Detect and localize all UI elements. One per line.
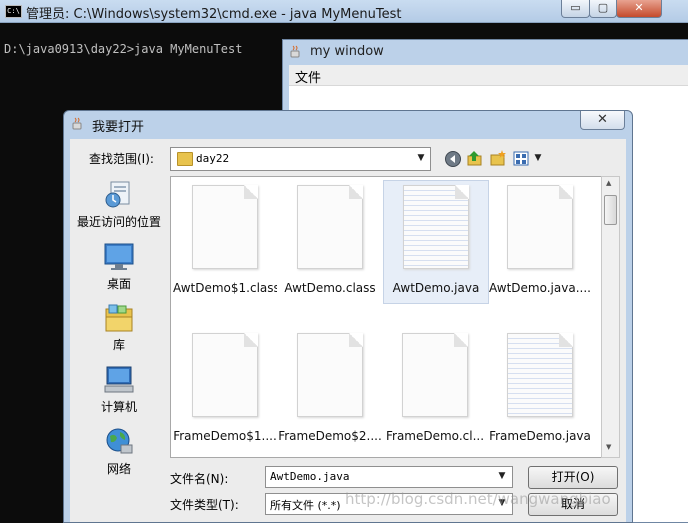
recent-places-icon bbox=[105, 181, 130, 208]
file-name: AwtDemo$1.class bbox=[173, 281, 277, 295]
cmd-icon: C:\ bbox=[5, 5, 22, 18]
up-folder-icon[interactable] bbox=[466, 149, 484, 167]
filetype-label: 文件类型(T): bbox=[170, 498, 239, 512]
look-in-value: day22 bbox=[196, 152, 230, 165]
file-item[interactable]: AwtDemo$1.class bbox=[173, 185, 277, 295]
cmd-prompt-line: D:\java0913\day22>java MyMenuTest bbox=[4, 42, 243, 56]
sidebar-item-computer[interactable]: 计算机 bbox=[72, 365, 166, 415]
file-name: AwtDemo.java bbox=[392, 281, 480, 295]
cmd-minimize-button[interactable]: ▭ bbox=[561, 0, 590, 18]
file-icon bbox=[297, 185, 363, 269]
filetype-value: 所有文件 (*.*) bbox=[270, 499, 341, 512]
file-name: AwtDemo.java.... bbox=[489, 281, 591, 295]
file-item[interactable]: FrameDemo$2.... bbox=[278, 333, 382, 443]
dialog-title: 我要打开 bbox=[92, 120, 145, 135]
look-in-combo[interactable]: day22 ▼ bbox=[170, 147, 431, 171]
java-cup-icon bbox=[72, 117, 82, 130]
desktop-icon bbox=[104, 243, 134, 270]
scroll-up-arrow[interactable]: ▲ bbox=[606, 179, 611, 187]
look-in-label: 查找范围(I): bbox=[89, 152, 154, 166]
file-item[interactable]: FrameDemo$1.... bbox=[173, 333, 277, 443]
open-button[interactable]: 打开(O) bbox=[528, 466, 618, 489]
sidebar-item-recent[interactable]: 最近访问的位置 bbox=[72, 180, 166, 230]
my-window-menubar: 文件 bbox=[289, 65, 688, 86]
chevron-down-icon[interactable]: ▼ bbox=[495, 471, 509, 481]
view-dropdown-icon[interactable]: ▼ bbox=[531, 153, 545, 163]
libraries-icon bbox=[105, 304, 133, 332]
chevron-down-icon[interactable]: ▼ bbox=[414, 153, 428, 163]
folder-icon bbox=[177, 152, 193, 166]
file-item[interactable]: AwtDemo.java.... bbox=[488, 185, 592, 295]
file-icon bbox=[507, 185, 573, 269]
java-file-icon bbox=[403, 185, 469, 269]
cmd-title-bar[interactable]: C:\ 管理员: C:\Windows\system32\cmd.exe - j… bbox=[0, 0, 688, 23]
file-item-selected[interactable]: AwtDemo.java bbox=[383, 180, 489, 304]
scrollbar-thumb[interactable] bbox=[604, 195, 617, 225]
file-item[interactable]: FrameDemo.cl... bbox=[383, 333, 487, 443]
file-name: FrameDemo$2.... bbox=[278, 429, 382, 443]
view-menu-icon[interactable] bbox=[513, 150, 531, 168]
computer-icon bbox=[104, 366, 134, 393]
sidebar-label-computer: 计算机 bbox=[100, 400, 137, 414]
file-item[interactable]: FrameDemo.java bbox=[488, 333, 592, 443]
dialog-close-button[interactable]: ✕ bbox=[580, 111, 625, 130]
java-cup-icon bbox=[290, 45, 300, 58]
sidebar-label-network: 网络 bbox=[106, 462, 131, 476]
filename-value: AwtDemo.java bbox=[270, 470, 350, 483]
file-list-scrollbar[interactable]: ▲ ▼ bbox=[601, 176, 620, 458]
file-icon bbox=[192, 333, 258, 417]
filename-field[interactable]: AwtDemo.java ▼ bbox=[265, 466, 513, 488]
sidebar-label-recent: 最近访问的位置 bbox=[76, 215, 161, 229]
java-file-icon bbox=[507, 333, 573, 417]
back-icon[interactable] bbox=[444, 150, 462, 168]
file-name: AwtDemo.class bbox=[284, 281, 376, 295]
file-name: FrameDemo.cl... bbox=[385, 429, 485, 443]
my-window-title: my window bbox=[310, 44, 384, 59]
file-icon bbox=[192, 185, 258, 269]
menu-file[interactable]: 文件 bbox=[295, 67, 321, 86]
watermark-text: http://blog.csdn.net/wangwangbiao bbox=[345, 490, 611, 508]
file-item[interactable]: AwtDemo.class bbox=[278, 185, 382, 295]
sidebar-item-libraries[interactable]: 库 bbox=[72, 303, 166, 353]
network-icon bbox=[106, 428, 133, 454]
cmd-title: 管理员: C:\Windows\system32\cmd.exe - java … bbox=[26, 7, 402, 22]
sidebar-item-network[interactable]: 网络 bbox=[72, 427, 166, 477]
sidebar-label-libraries: 库 bbox=[112, 338, 125, 352]
cmd-maximize-button[interactable]: ▢ bbox=[589, 0, 617, 18]
file-icon bbox=[297, 333, 363, 417]
sidebar-label-desktop: 桌面 bbox=[106, 277, 131, 291]
filename-label: 文件名(N): bbox=[170, 472, 229, 486]
sidebar-item-desktop[interactable]: 桌面 bbox=[72, 242, 166, 292]
file-name: FrameDemo.java bbox=[489, 429, 591, 443]
cmd-close-button[interactable]: ✕ bbox=[616, 0, 662, 18]
scroll-down-arrow[interactable]: ▼ bbox=[606, 443, 611, 451]
file-name: FrameDemo$1.... bbox=[173, 429, 277, 443]
new-folder-icon[interactable] bbox=[489, 149, 507, 167]
file-icon bbox=[402, 333, 468, 417]
